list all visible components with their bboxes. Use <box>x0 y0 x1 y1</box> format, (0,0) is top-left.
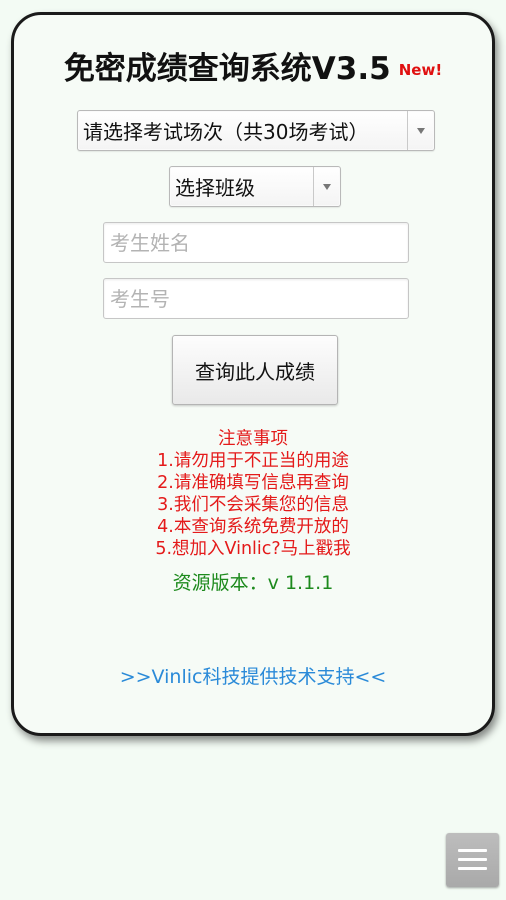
query-card: 免密成绩查询系统V3.5 New! 请选择考试场次（共30场考试） 选择班级 查询… <box>11 12 495 736</box>
notice-item: 1.请勿用于不正当的用途 <box>157 451 349 471</box>
exam-session-selected-value: 请选择考试场次（共30场考试） <box>83 120 369 144</box>
notice-item-join-link[interactable]: 5.想加入Vinlic?马上戳我 <box>14 538 492 560</box>
query-score-button[interactable]: 查询此人成绩 <box>172 335 338 405</box>
resource-version: 资源版本：v 1.1.1 <box>172 572 334 594</box>
student-name-input[interactable] <box>103 222 409 263</box>
student-number-input[interactable] <box>103 278 409 319</box>
tech-support-link[interactable]: >>Vinlic科技提供技术支持<< <box>14 662 492 689</box>
exam-session-dropdown-toggle[interactable] <box>407 111 434 150</box>
page-title: 免密成绩查询系统V3.5 <box>63 51 391 87</box>
menu-icon <box>458 849 487 871</box>
chevron-down-icon <box>323 183 331 190</box>
notice-item: 4.本查询系统免费开放的 <box>157 517 349 537</box>
notice-section: 注意事项 1.请勿用于不正当的用途 2.请准确填写信息再查询 3.我们不会采集您… <box>14 428 492 560</box>
notice-heading: 注意事项 <box>218 429 288 449</box>
exam-session-select[interactable]: 请选择考试场次（共30场考试） <box>77 110 435 151</box>
notice-item: 3.我们不会采集您的信息 <box>157 495 349 515</box>
notice-item: 2.请准确填写信息再查询 <box>157 473 349 493</box>
title-row: 免密成绩查询系统V3.5 New! <box>14 43 492 88</box>
class-dropdown-toggle[interactable] <box>313 167 340 206</box>
class-select[interactable]: 选择班级 <box>169 166 341 207</box>
menu-button[interactable] <box>446 833 499 887</box>
new-badge: New! <box>398 61 443 79</box>
chevron-down-icon <box>417 127 425 134</box>
class-selected-value: 选择班级 <box>175 176 255 200</box>
